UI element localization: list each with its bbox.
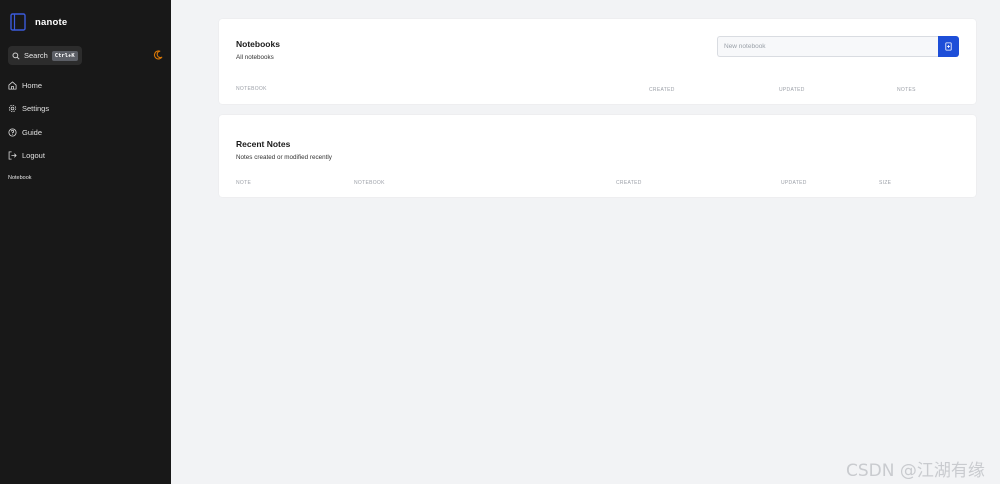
- column-header-notes[interactable]: NOTES: [897, 87, 916, 93]
- sidebar: nanote Search Ctrl+K Home Settings Guide…: [0, 0, 171, 484]
- new-notebook-input[interactable]: [717, 36, 938, 57]
- sidebar-item-label: Home: [22, 80, 43, 90]
- gear-icon: [8, 104, 17, 113]
- recent-notes-card: Recent Notes Notes created or modified r…: [219, 115, 976, 197]
- brand[interactable]: nanote: [10, 13, 67, 31]
- search-label: Search: [24, 51, 48, 60]
- create-notebook-button[interactable]: [938, 36, 959, 57]
- recent-notes-title: Recent Notes: [236, 139, 291, 149]
- sidebar-section-notebook: Notebook: [8, 175, 32, 181]
- moon-icon[interactable]: [153, 50, 163, 60]
- search-shortcut-badge: Ctrl+K: [51, 50, 78, 61]
- logout-icon: [8, 151, 17, 160]
- column-header-updated[interactable]: UPDATED: [781, 180, 807, 186]
- sidebar-nav: Home Settings Guide Logout: [8, 79, 49, 173]
- column-header-created[interactable]: CREATED: [649, 87, 675, 93]
- column-header-size[interactable]: SIZE: [879, 180, 891, 186]
- column-header-updated[interactable]: UPDATED: [779, 87, 805, 93]
- sidebar-item-label: Settings: [22, 104, 50, 113]
- sidebar-item-guide[interactable]: Guide: [8, 126, 49, 138]
- sidebar-item-home[interactable]: Home: [8, 79, 49, 91]
- search-button[interactable]: Search Ctrl+K: [8, 46, 82, 65]
- sidebar-item-settings[interactable]: Settings: [8, 103, 49, 115]
- app-name: nanote: [35, 16, 68, 28]
- home-icon: [8, 80, 17, 90]
- search-icon: [12, 51, 20, 60]
- sidebar-item-logout[interactable]: Logout: [8, 150, 49, 162]
- help-circle-icon: [8, 127, 17, 137]
- notebooks-card: Notebooks All notebooks NOTEBOOK CREATED…: [219, 19, 976, 104]
- column-header-notebook[interactable]: NOTEBOOK: [236, 86, 267, 92]
- watermark: CSDN @江湖有缘: [846, 461, 985, 481]
- notebook-plus-icon: [945, 42, 952, 51]
- notebook-logo-icon: [10, 13, 26, 31]
- column-header-note[interactable]: NOTE: [236, 180, 251, 186]
- sidebar-item-label: Guide: [22, 127, 43, 137]
- notebooks-title: Notebooks: [236, 39, 280, 49]
- notebooks-subtitle: All notebooks: [236, 54, 274, 61]
- column-header-created[interactable]: CREATED: [616, 180, 642, 186]
- sidebar-item-label: Logout: [22, 151, 45, 160]
- recent-notes-subtitle: Notes created or modified recently: [236, 154, 332, 161]
- column-header-notebook[interactable]: NOTEBOOK: [354, 180, 385, 186]
